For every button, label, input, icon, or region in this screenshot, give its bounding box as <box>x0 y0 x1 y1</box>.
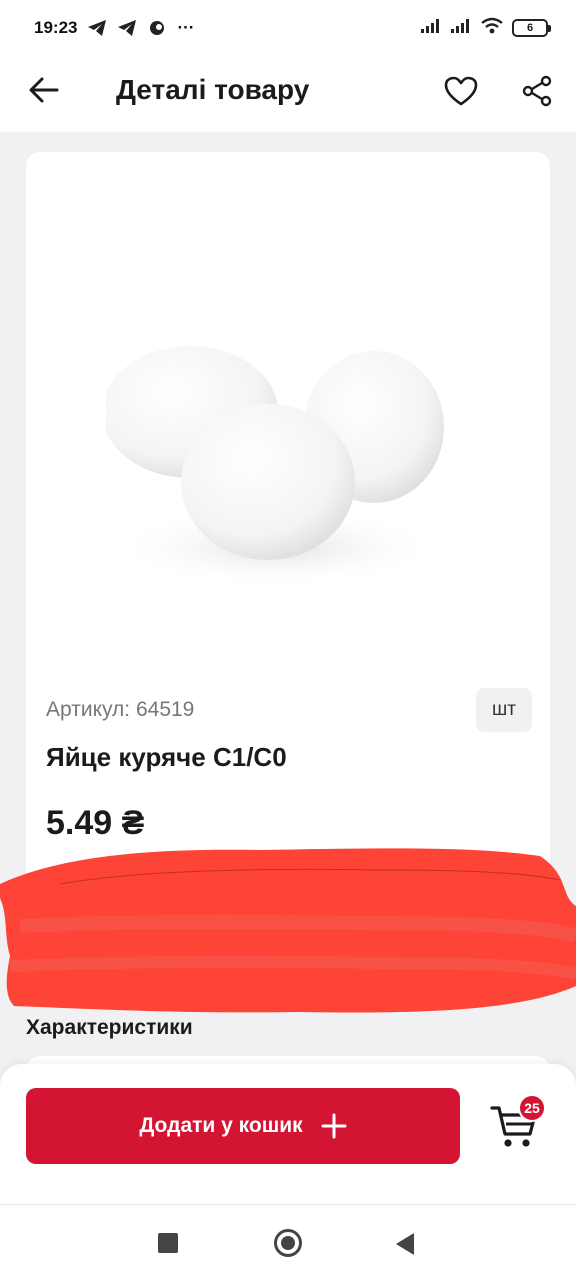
back-arrow-icon <box>29 77 59 103</box>
app-header: Деталі товару <box>0 56 576 132</box>
status-time: 19:23 <box>34 18 78 37</box>
characteristics-heading[interactable]: Характеристики <box>26 1016 193 1040</box>
status-left: 19:23 ··· <box>34 18 194 38</box>
telegram-icon <box>87 18 107 38</box>
favorite-button[interactable] <box>440 70 482 112</box>
unit-badge[interactable]: шт <box>476 688 532 732</box>
share-button[interactable] <box>516 70 558 112</box>
wifi-icon <box>480 17 504 40</box>
back-button[interactable] <box>24 70 64 110</box>
more-notifications-icon: ··· <box>177 18 195 37</box>
signal-icon <box>450 18 472 39</box>
product-card: Артикул: 64519 шт Яйце куряче С1/С0 5.49… <box>26 152 550 892</box>
status-bar: 19:23 ··· 6 <box>0 0 576 56</box>
battery-icon: 6 <box>512 19 551 37</box>
plus-icon <box>321 1113 347 1139</box>
app-notification-icon <box>147 18 167 38</box>
page-title: Деталі товару <box>116 74 310 105</box>
heart-icon <box>444 76 478 106</box>
signal-icon <box>420 18 442 39</box>
telegram-icon <box>117 18 137 38</box>
system-back-icon[interactable] <box>396 1233 414 1255</box>
system-nav-bar <box>0 1204 576 1280</box>
add-to-cart-button[interactable]: Додати у кошик <box>26 1088 460 1164</box>
status-right: 6 <box>420 17 551 40</box>
add-to-cart-label: Додати у кошик <box>139 1114 303 1137</box>
home-icon[interactable] <box>274 1229 302 1257</box>
redaction-overlay <box>0 848 576 1013</box>
share-icon <box>522 75 552 107</box>
bottom-action-bar: Додати у кошик 25 <box>0 1064 576 1204</box>
recents-icon[interactable] <box>158 1233 178 1253</box>
cart-count-badge: 25 <box>518 1094 546 1122</box>
product-sku: Артикул: 64519 <box>46 698 195 721</box>
product-name: Яйце куряче С1/С0 <box>46 742 287 772</box>
eggs-image <box>106 346 444 587</box>
